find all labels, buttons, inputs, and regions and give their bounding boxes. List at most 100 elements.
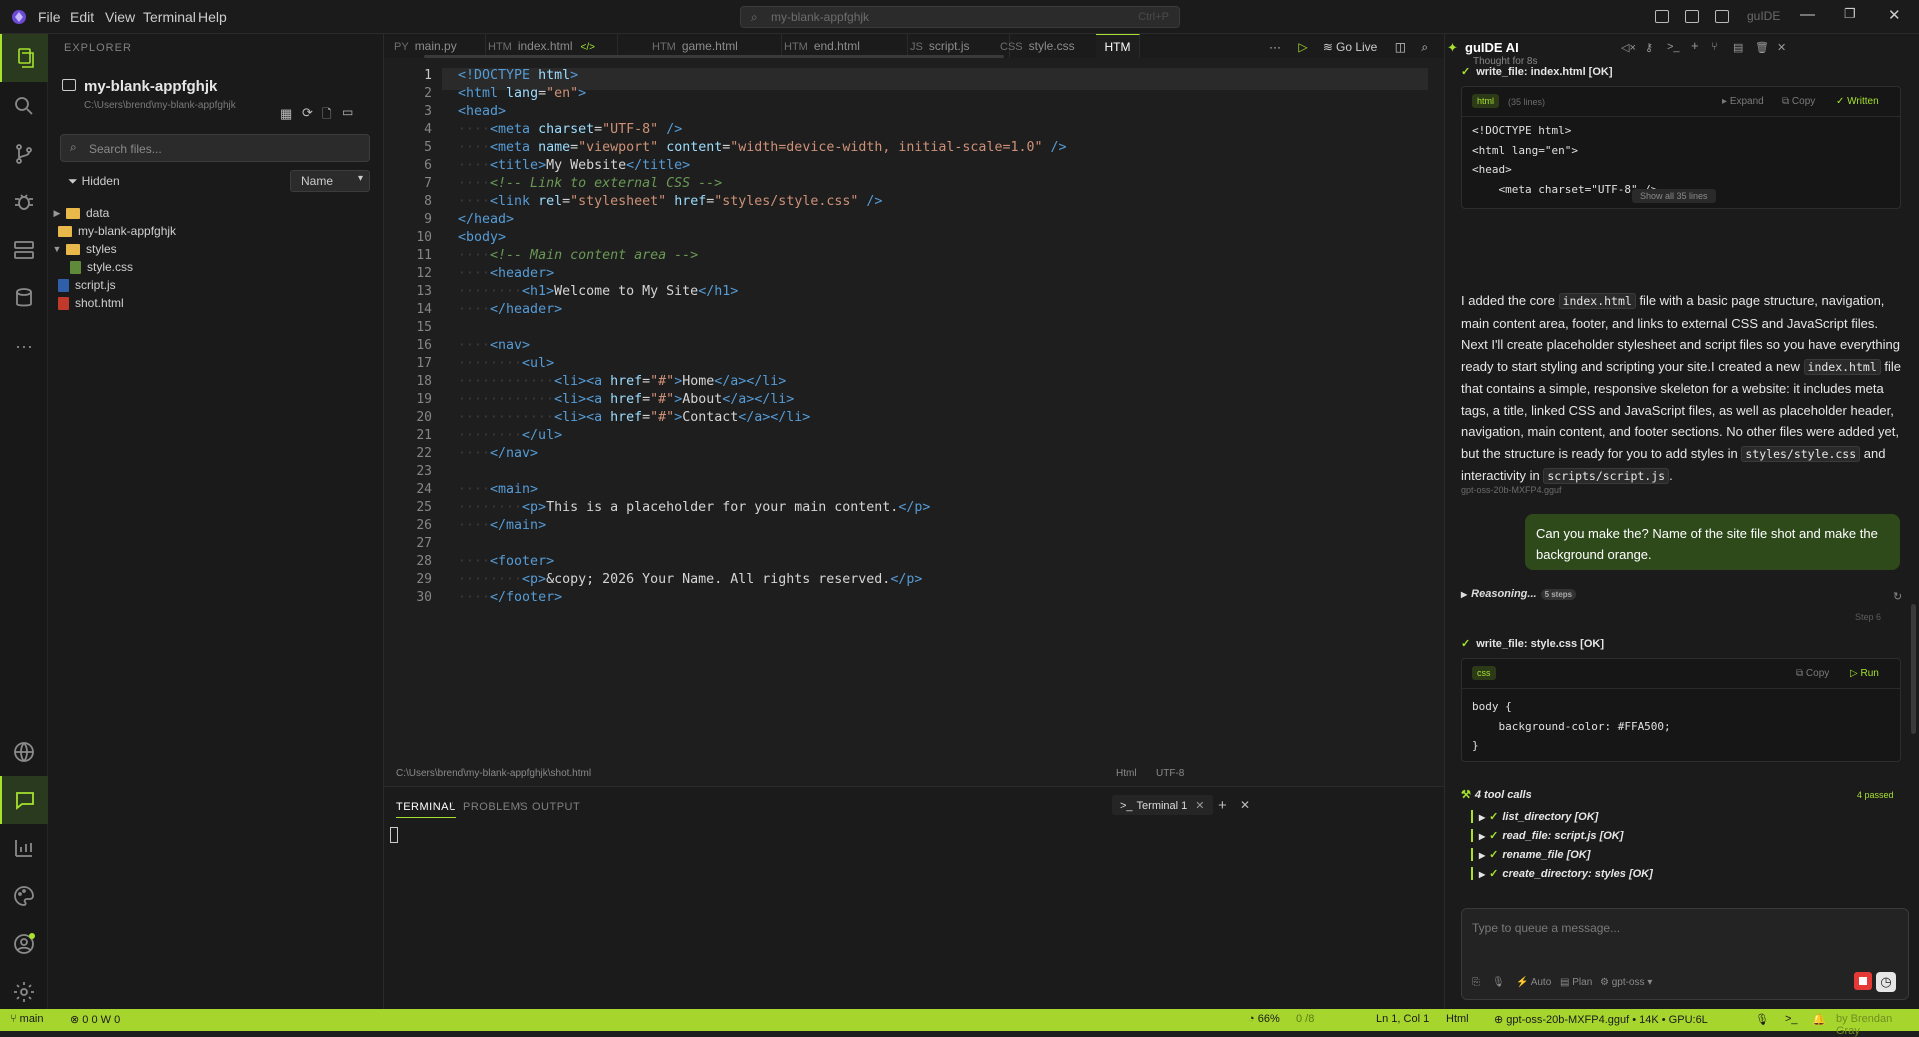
- language-mode[interactable]: Html: [1446, 1013, 1469, 1025]
- code-line: <head>: [458, 104, 507, 119]
- tab-shot-html[interactable]: HTM: [1096, 34, 1140, 58]
- run-icon[interactable]: ▷: [1298, 40, 1307, 54]
- tree-item-shot-html[interactable]: shot.html: [58, 292, 124, 314]
- code-snippet: body { background-color: #FFA500; }: [1472, 697, 1671, 756]
- microphone-icon[interactable]: 🎙: [1492, 977, 1505, 988]
- snippet-line: <html lang="en">: [1472, 143, 1578, 157]
- code-editor[interactable]: 1 <!DOCTYPE html> 2 <html lang="en"> 3 <head>…: [384, 68, 1444, 764]
- tool-calls-header[interactable]: ⚒ 4 tool calls: [1461, 788, 1532, 801]
- ai-panel-title: guIDE AI: [1465, 40, 1519, 55]
- tool-call-item[interactable]: ▶ ✓ create_directory: styles [OK]: [1471, 867, 1653, 880]
- tool-call-item[interactable]: ▶ ✓ read_file: script.js [OK]: [1471, 829, 1623, 842]
- account-icon[interactable]: [0, 920, 48, 968]
- auto-mode-button[interactable]: ⚡ Auto: [1516, 977, 1551, 988]
- code-line: ····<!-- Main content area -->: [458, 248, 699, 263]
- expand-button[interactable]: ▸ Expand: [1722, 96, 1764, 107]
- new-folder-icon[interactable]: ▭: [342, 105, 353, 119]
- minimize-icon[interactable]: —: [1800, 6, 1815, 23]
- close-icon[interactable]: ✕: [1777, 41, 1786, 54]
- lang-badge: html: [1472, 94, 1500, 108]
- line-count: (35 lines): [1508, 97, 1546, 107]
- maximize-icon[interactable]: ❐: [1844, 6, 1856, 22]
- more-actions-icon[interactable]: ···: [1269, 40, 1281, 54]
- history-icon[interactable]: ▤: [1733, 41, 1743, 54]
- run-button[interactable]: ▷ Run: [1850, 668, 1879, 679]
- model-status[interactable]: ⊕ gpt-oss-20b-MXFP4.gguf • 14K • GPU:6L: [1494, 1013, 1708, 1026]
- sort-select[interactable]: Name ▾: [290, 170, 370, 192]
- bell-icon[interactable]: 🔔: [1812, 1013, 1826, 1026]
- key-icon[interactable]: ⚷: [1645, 41, 1653, 54]
- toggle-secondary-sidebar-icon[interactable]: [1715, 10, 1729, 23]
- plan-mode-button[interactable]: ▤ Plan: [1560, 977, 1592, 988]
- code-line: ····</main>: [458, 518, 547, 533]
- chevron-right-icon: ▶: [1479, 813, 1486, 822]
- more-icon[interactable]: ···: [0, 322, 48, 370]
- source-control-icon[interactable]: [0, 130, 48, 178]
- terminal-icon[interactable]: >_: [1785, 1013, 1798, 1025]
- copy-button[interactable]: ⧉ Copy: [1796, 668, 1829, 679]
- explorer-activity-icon[interactable]: [0, 34, 48, 82]
- new-file-icon[interactable]: 🗋: [322, 105, 332, 126]
- tabs-scrollbar[interactable]: [424, 55, 1004, 58]
- tab-style-css[interactable]: CSS style.css: [1000, 34, 1100, 58]
- menu-terminal[interactable]: Terminal: [143, 9, 196, 25]
- trash-icon[interactable]: 🗑: [1755, 41, 1769, 54]
- menu-file[interactable]: File: [38, 9, 61, 25]
- menu-edit[interactable]: Edit: [70, 9, 94, 25]
- message-input[interactable]: Type to queue a message... ⎘ 🎙 ⚡ Auto ▤ …: [1461, 908, 1909, 1000]
- menu-view[interactable]: View: [105, 9, 135, 25]
- copy-button[interactable]: ⧉ Copy: [1782, 96, 1815, 107]
- close-icon[interactable]: ✕: [1195, 800, 1204, 812]
- tab-prefix: HTM: [784, 41, 808, 53]
- debug-icon[interactable]: [0, 178, 48, 226]
- palette-icon[interactable]: [0, 872, 48, 920]
- tool-call-item[interactable]: ▶ ✓ rename_file [OK]: [1471, 848, 1590, 861]
- stop-button[interactable]: [1854, 972, 1872, 990]
- cursor-position[interactable]: Ln 1, Col 1: [1376, 1013, 1429, 1025]
- menu-help[interactable]: Help: [198, 9, 227, 25]
- toggle-panel-icon[interactable]: [1685, 10, 1699, 23]
- chevron-down-icon: ▼: [52, 244, 62, 254]
- toggle-sidebar-icon[interactable]: [1655, 10, 1669, 23]
- wifi-icon: ≋: [1322, 40, 1333, 54]
- mute-icon[interactable]: ◁×: [1621, 41, 1636, 54]
- grid-view-icon[interactable]: ▦: [280, 106, 292, 122]
- globe-icon[interactable]: [0, 728, 48, 776]
- attach-icon[interactable]: ⎘: [1472, 977, 1480, 988]
- reasoning-toggle[interactable]: ▶ Reasoning... 5 steps: [1461, 588, 1577, 600]
- clock-icon[interactable]: ◷: [1876, 972, 1896, 992]
- microphone-icon[interactable]: 🎙: [1755, 1013, 1769, 1026]
- search-icon[interactable]: ⌕: [1421, 40, 1428, 54]
- panel-tab-terminal[interactable]: TERMINAL: [396, 801, 456, 818]
- tab-label: style.css: [1028, 39, 1075, 53]
- close-panel-icon[interactable]: ✕: [1240, 798, 1250, 812]
- model-select[interactable]: ⚙ gpt-oss ▾: [1600, 977, 1652, 988]
- branch-indicator[interactable]: ⑂ main: [10, 1013, 44, 1025]
- inline-code: index.html: [1558, 293, 1636, 309]
- new-chat-icon[interactable]: +: [1691, 38, 1699, 53]
- chat-scrollbar[interactable]: [1911, 604, 1916, 734]
- refresh-icon[interactable]: ⟳: [302, 105, 313, 121]
- hidden-files-toggle[interactable]: ⏷ Hidden: [68, 174, 120, 189]
- command-search-input[interactable]: ⌕ my-blank-appfghjk Ctrl+P: [740, 6, 1180, 28]
- chat-activity-icon[interactable]: [0, 776, 48, 824]
- analytics-icon[interactable]: [0, 824, 48, 872]
- go-live-button[interactable]: Go Live: [1336, 40, 1377, 54]
- database-icon[interactable]: [0, 274, 48, 322]
- split-editor-icon[interactable]: ◫: [1395, 40, 1406, 54]
- servers-icon[interactable]: [0, 226, 48, 274]
- search-icon: ⌕: [751, 10, 758, 24]
- search-activity-icon[interactable]: [0, 82, 48, 130]
- problems-indicator[interactable]: ⊗ 0 0 W 0: [70, 1013, 120, 1026]
- add-terminal-icon[interactable]: +: [1218, 797, 1227, 814]
- fork-icon[interactable]: ⑂: [1711, 41, 1718, 53]
- chevron-right-icon: ▶: [53, 207, 61, 218]
- panel-tab-output[interactable]: OUTPUT: [532, 801, 580, 813]
- show-all-lines-button[interactable]: Show all 35 lines: [1632, 189, 1716, 203]
- file-search-input[interactable]: ⌕ Search files...: [60, 134, 370, 162]
- close-window-icon[interactable]: ✕: [1888, 6, 1901, 24]
- terminal-cursor[interactable]: [390, 827, 398, 843]
- terminal-instance-tab[interactable]: >_ Terminal 1 ✕: [1112, 795, 1213, 815]
- terminal-icon[interactable]: >_: [1667, 41, 1680, 53]
- tool-call-item[interactable]: ▶ ✓ list_directory [OK]: [1471, 810, 1598, 823]
